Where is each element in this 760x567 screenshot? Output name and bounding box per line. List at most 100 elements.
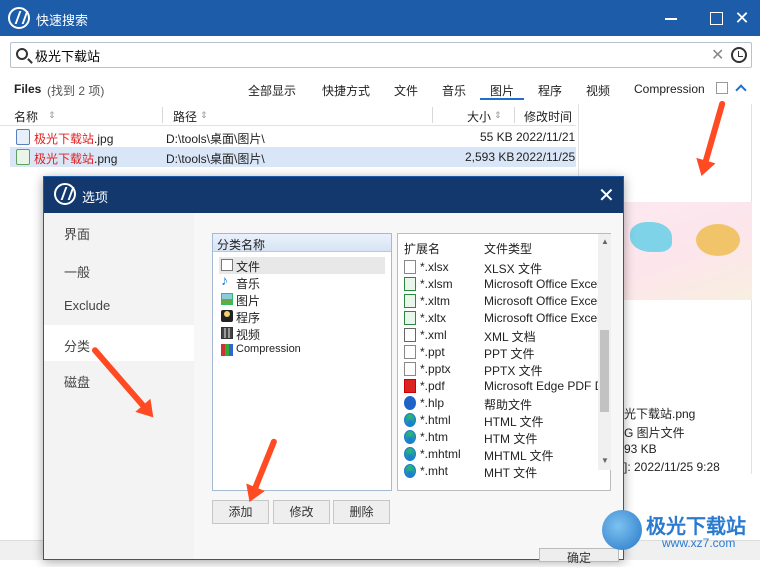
close-icon[interactable]: ✕ bbox=[732, 8, 752, 28]
extension-label: *.htm bbox=[420, 430, 449, 444]
app-logo-icon bbox=[54, 183, 76, 205]
list-item[interactable]: *.html HTML 文件 bbox=[398, 412, 596, 429]
nav-item-exclude[interactable]: Exclude bbox=[44, 287, 194, 323]
list-item[interactable]: *.hlp 帮助文件 bbox=[398, 395, 596, 412]
sort-icon: ⇕ bbox=[48, 110, 56, 120]
delete-button[interactable]: 删除 bbox=[333, 500, 390, 524]
dialog-close-icon[interactable]: ✕ bbox=[598, 183, 615, 208]
type-label: 帮助文件 bbox=[484, 398, 533, 412]
tab-pictures[interactable]: 图片 bbox=[490, 82, 514, 99]
tab-show-all[interactable]: 全部显示 bbox=[248, 82, 296, 99]
column-name[interactable]: 名称 bbox=[14, 108, 38, 125]
list-item[interactable]: *.htm HTM 文件 bbox=[398, 429, 596, 446]
column-path[interactable]: 路径 bbox=[173, 108, 197, 125]
tab-files[interactable]: 文件 bbox=[394, 82, 418, 99]
extension-label: *.mhtml bbox=[420, 447, 461, 461]
file-icon bbox=[404, 345, 416, 359]
column-divider[interactable] bbox=[514, 107, 515, 123]
list-item[interactable]: *.xlsx XLSX 文件 bbox=[398, 259, 596, 276]
active-tab-indicator bbox=[480, 98, 524, 100]
file-extension: .png bbox=[94, 152, 118, 166]
tab-music[interactable]: 音乐 bbox=[442, 82, 466, 99]
chevron-up-icon[interactable] bbox=[734, 81, 748, 95]
category-label: 图片 bbox=[236, 294, 261, 308]
type-label: Microsoft Edge PDF Do bbox=[484, 379, 611, 393]
history-icon[interactable] bbox=[731, 47, 747, 63]
type-label: Microsoft Office Excel ? bbox=[484, 311, 610, 325]
nav-item-category[interactable]: 分类 bbox=[44, 325, 194, 361]
type-label: XML 文档 bbox=[484, 330, 536, 344]
options-nav: 界面 一般 Exclude 分类 磁盘 bbox=[44, 213, 194, 559]
edit-icon[interactable] bbox=[716, 82, 728, 94]
file-name-highlight: 极光下载站 bbox=[34, 152, 95, 166]
type-label: XLSX 文件 bbox=[484, 262, 543, 276]
app-logo-icon bbox=[8, 7, 30, 29]
category-item-compression[interactable]: Compression bbox=[219, 342, 385, 359]
tab-videos[interactable]: 视频 bbox=[586, 82, 610, 99]
table-row[interactable]: 极光下载站.png D:\tools\桌面\图片\ 2,593 KB 2022/… bbox=[10, 147, 576, 167]
maximize-icon[interactable] bbox=[706, 8, 726, 28]
column-divider[interactable] bbox=[162, 107, 163, 123]
excel-icon bbox=[404, 277, 416, 291]
music-icon bbox=[221, 272, 233, 288]
filter-bar: Files (找到 2 项) 全部显示 快捷方式 文件 音乐 图片 程序 视频 … bbox=[0, 76, 760, 102]
modify-button[interactable]: 修改 bbox=[273, 500, 330, 524]
tab-programs[interactable]: 程序 bbox=[538, 82, 562, 99]
extension-column-header: 扩展名 bbox=[404, 242, 441, 256]
column-modified[interactable]: 修改时间 bbox=[524, 108, 572, 125]
scroll-down-icon[interactable]: ▼ bbox=[601, 456, 609, 465]
tab-shortcuts[interactable]: 快捷方式 bbox=[322, 82, 370, 99]
excel-icon bbox=[404, 311, 416, 325]
search-input[interactable] bbox=[35, 46, 715, 64]
extension-label: *.xml bbox=[420, 328, 447, 342]
watermark-text: 极光下载站 bbox=[646, 516, 746, 538]
extension-label: *.hlp bbox=[420, 396, 445, 410]
preview-size: 93 KB bbox=[624, 442, 657, 456]
watermark: 极光下载站 www.xz7.com bbox=[602, 506, 754, 554]
nav-item-general[interactable]: 一般 bbox=[44, 251, 194, 287]
category-label: 视频 bbox=[236, 328, 261, 342]
extension-label: *.mht bbox=[420, 464, 449, 478]
list-item[interactable]: *.mhtml MHTML 文件 bbox=[398, 446, 596, 463]
type-column-header: 文件类型 bbox=[484, 242, 533, 256]
scroll-up-icon[interactable]: ▲ bbox=[601, 237, 609, 246]
list-item[interactable]: *.ppt PPT 文件 bbox=[398, 344, 596, 361]
type-label: Microsoft Office Excel ? bbox=[484, 294, 610, 308]
file-size: 55 KB bbox=[480, 130, 513, 144]
category-item-videos[interactable]: 视频 bbox=[219, 325, 385, 342]
file-name: 极光下载站.png bbox=[34, 150, 117, 167]
list-item[interactable]: *.pdf Microsoft Edge PDF Do bbox=[398, 378, 610, 395]
category-list[interactable]: 分类名称 文件 音乐 图片 程序 视频 Compression bbox=[212, 233, 392, 491]
preview-photo bbox=[696, 224, 740, 256]
dialog-title-bar: 选项 ✕ bbox=[44, 177, 623, 213]
list-item[interactable]: *.pptx PPTX 文件 bbox=[398, 361, 596, 378]
list-item[interactable]: *.mht MHT 文件 bbox=[398, 463, 596, 480]
list-item[interactable]: *.xltx Microsoft Office Excel ? bbox=[398, 310, 610, 327]
column-divider[interactable] bbox=[432, 107, 433, 123]
list-item[interactable]: *.xml XML 文档 bbox=[398, 327, 596, 344]
type-label: MHT 文件 bbox=[484, 466, 538, 480]
extension-scrollbar[interactable]: ▲ ▼ bbox=[598, 234, 611, 470]
category-item-pictures[interactable]: 图片 bbox=[219, 291, 385, 308]
file-modified: 2022/11/21 bbox=[516, 130, 576, 144]
column-size[interactable]: 大小 bbox=[467, 108, 491, 125]
category-item-files[interactable]: 文件 bbox=[219, 257, 385, 274]
scroll-thumb[interactable] bbox=[600, 330, 609, 412]
dialog-title: 选项 bbox=[82, 190, 109, 205]
extension-label: *.xltx bbox=[420, 311, 447, 325]
category-label: 文件 bbox=[236, 260, 261, 274]
minimize-icon[interactable] bbox=[661, 8, 681, 28]
list-item[interactable]: *.xlsm Microsoft Office Excel ? bbox=[398, 276, 610, 293]
clear-icon[interactable]: ✕ bbox=[711, 45, 724, 65]
video-icon bbox=[221, 327, 233, 339]
tab-compression[interactable]: Compression bbox=[634, 82, 705, 96]
category-item-music[interactable]: 音乐 bbox=[219, 272, 385, 291]
nav-item-label: 磁盘 bbox=[64, 375, 91, 390]
add-button[interactable]: 添加 bbox=[212, 500, 269, 524]
list-item[interactable]: *.xltm Microsoft Office Excel ? bbox=[398, 293, 610, 310]
watermark-url: www.xz7.com bbox=[662, 536, 736, 550]
extension-list[interactable]: 扩展名 文件类型 *.xlsx XLSX 文件 *.xlsm Microsoft O… bbox=[397, 233, 611, 491]
nav-item-interface[interactable]: 界面 bbox=[44, 213, 194, 249]
table-row[interactable]: 极光下载站.jpg D:\tools\桌面\图片\ 55 KB 2022/11/… bbox=[10, 127, 576, 147]
category-item-programs[interactable]: 程序 bbox=[219, 308, 385, 325]
